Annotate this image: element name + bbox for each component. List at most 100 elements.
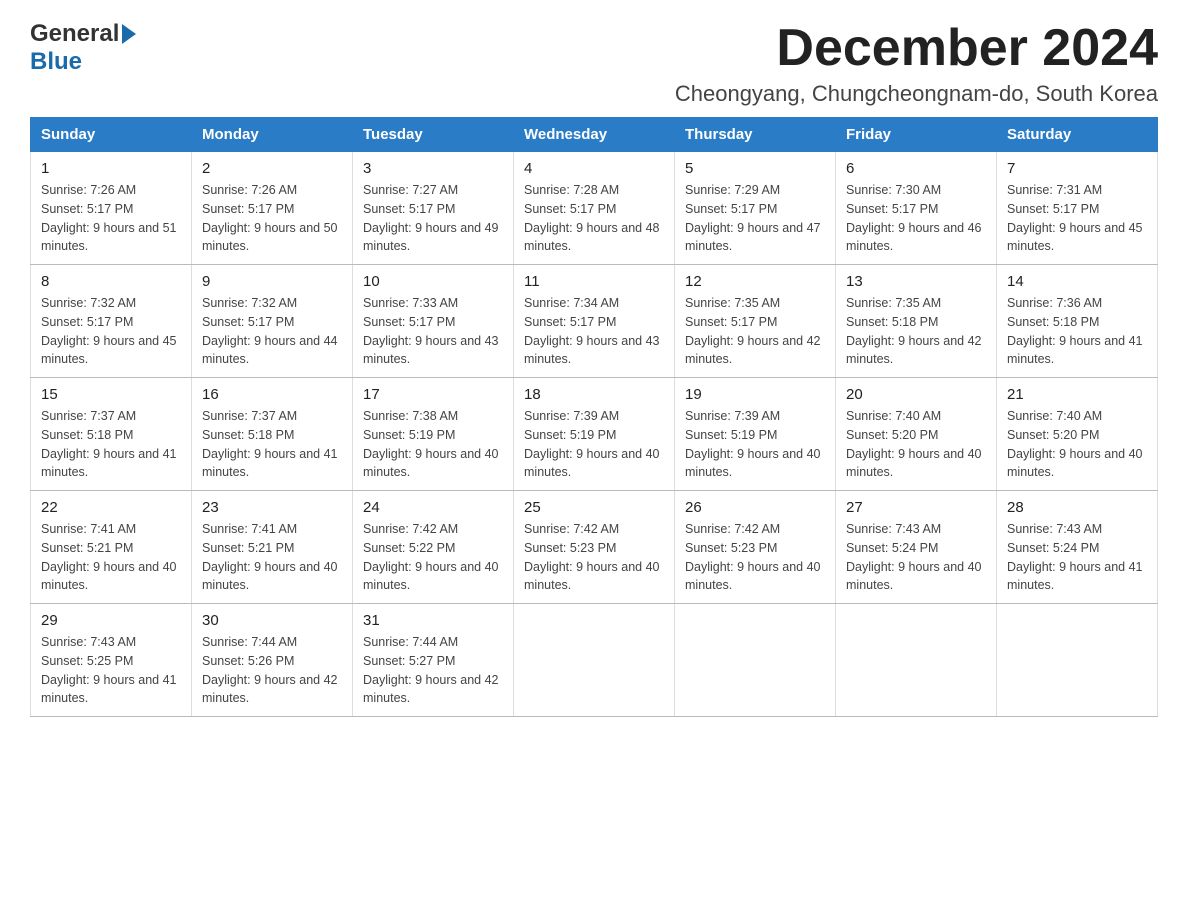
day-info: Sunrise: 7:33 AMSunset: 5:17 PMDaylight:… — [363, 294, 503, 369]
day-number: 9 — [202, 273, 342, 290]
day-info: Sunrise: 7:37 AMSunset: 5:18 PMDaylight:… — [41, 407, 181, 482]
calendar-cell — [514, 604, 675, 717]
day-number: 29 — [41, 612, 181, 629]
day-number: 6 — [846, 160, 986, 177]
calendar-cell: 15 Sunrise: 7:37 AMSunset: 5:18 PMDaylig… — [31, 378, 192, 491]
calendar-cell: 25 Sunrise: 7:42 AMSunset: 5:23 PMDaylig… — [514, 491, 675, 604]
day-info: Sunrise: 7:40 AMSunset: 5:20 PMDaylight:… — [1007, 407, 1147, 482]
day-number: 22 — [41, 499, 181, 516]
day-info: Sunrise: 7:42 AMSunset: 5:23 PMDaylight:… — [685, 520, 825, 595]
day-number: 10 — [363, 273, 503, 290]
calendar-cell: 19 Sunrise: 7:39 AMSunset: 5:19 PMDaylig… — [675, 378, 836, 491]
day-number: 8 — [41, 273, 181, 290]
day-info: Sunrise: 7:35 AMSunset: 5:18 PMDaylight:… — [846, 294, 986, 369]
day-info: Sunrise: 7:43 AMSunset: 5:24 PMDaylight:… — [846, 520, 986, 595]
day-info: Sunrise: 7:28 AMSunset: 5:17 PMDaylight:… — [524, 181, 664, 256]
day-number: 31 — [363, 612, 503, 629]
calendar-cell: 9 Sunrise: 7:32 AMSunset: 5:17 PMDayligh… — [192, 265, 353, 378]
day-info: Sunrise: 7:29 AMSunset: 5:17 PMDaylight:… — [685, 181, 825, 256]
day-info: Sunrise: 7:27 AMSunset: 5:17 PMDaylight:… — [363, 181, 503, 256]
day-info: Sunrise: 7:43 AMSunset: 5:24 PMDaylight:… — [1007, 520, 1147, 595]
day-info: Sunrise: 7:39 AMSunset: 5:19 PMDaylight:… — [524, 407, 664, 482]
calendar-cell: 26 Sunrise: 7:42 AMSunset: 5:23 PMDaylig… — [675, 491, 836, 604]
day-number: 7 — [1007, 160, 1147, 177]
day-number: 25 — [524, 499, 664, 516]
day-info: Sunrise: 7:32 AMSunset: 5:17 PMDaylight:… — [202, 294, 342, 369]
calendar-week-row: 15 Sunrise: 7:37 AMSunset: 5:18 PMDaylig… — [31, 378, 1158, 491]
calendar-cell: 24 Sunrise: 7:42 AMSunset: 5:22 PMDaylig… — [353, 491, 514, 604]
day-number: 26 — [685, 499, 825, 516]
day-info: Sunrise: 7:34 AMSunset: 5:17 PMDaylight:… — [524, 294, 664, 369]
day-number: 15 — [41, 386, 181, 403]
day-info: Sunrise: 7:42 AMSunset: 5:22 PMDaylight:… — [363, 520, 503, 595]
day-info: Sunrise: 7:37 AMSunset: 5:18 PMDaylight:… — [202, 407, 342, 482]
day-number: 24 — [363, 499, 503, 516]
day-number: 21 — [1007, 386, 1147, 403]
day-number: 30 — [202, 612, 342, 629]
calendar-cell: 29 Sunrise: 7:43 AMSunset: 5:25 PMDaylig… — [31, 604, 192, 717]
day-number: 23 — [202, 499, 342, 516]
day-info: Sunrise: 7:36 AMSunset: 5:18 PMDaylight:… — [1007, 294, 1147, 369]
day-number: 17 — [363, 386, 503, 403]
calendar-cell: 20 Sunrise: 7:40 AMSunset: 5:20 PMDaylig… — [836, 378, 997, 491]
weekday-header-saturday: Saturday — [997, 118, 1158, 152]
day-number: 4 — [524, 160, 664, 177]
calendar-cell: 27 Sunrise: 7:43 AMSunset: 5:24 PMDaylig… — [836, 491, 997, 604]
day-info: Sunrise: 7:41 AMSunset: 5:21 PMDaylight:… — [202, 520, 342, 595]
day-info: Sunrise: 7:40 AMSunset: 5:20 PMDaylight:… — [846, 407, 986, 482]
month-title: December 2024 — [675, 20, 1158, 77]
day-number: 1 — [41, 160, 181, 177]
logo-general-text: General — [30, 20, 119, 48]
calendar-cell: 17 Sunrise: 7:38 AMSunset: 5:19 PMDaylig… — [353, 378, 514, 491]
day-number: 13 — [846, 273, 986, 290]
day-info: Sunrise: 7:39 AMSunset: 5:19 PMDaylight:… — [685, 407, 825, 482]
day-info: Sunrise: 7:44 AMSunset: 5:26 PMDaylight:… — [202, 633, 342, 708]
calendar-cell: 31 Sunrise: 7:44 AMSunset: 5:27 PMDaylig… — [353, 604, 514, 717]
day-info: Sunrise: 7:35 AMSunset: 5:17 PMDaylight:… — [685, 294, 825, 369]
day-info: Sunrise: 7:38 AMSunset: 5:19 PMDaylight:… — [363, 407, 503, 482]
weekday-header-friday: Friday — [836, 118, 997, 152]
calendar-cell: 13 Sunrise: 7:35 AMSunset: 5:18 PMDaylig… — [836, 265, 997, 378]
day-info: Sunrise: 7:26 AMSunset: 5:17 PMDaylight:… — [202, 181, 342, 256]
calendar-cell: 8 Sunrise: 7:32 AMSunset: 5:17 PMDayligh… — [31, 265, 192, 378]
calendar-table: SundayMondayTuesdayWednesdayThursdayFrid… — [30, 117, 1158, 717]
calendar-cell — [836, 604, 997, 717]
calendar-cell: 1 Sunrise: 7:26 AMSunset: 5:17 PMDayligh… — [31, 152, 192, 265]
weekday-header-thursday: Thursday — [675, 118, 836, 152]
logo-triangle-icon — [122, 24, 136, 44]
day-number: 16 — [202, 386, 342, 403]
day-number: 28 — [1007, 499, 1147, 516]
calendar-cell — [675, 604, 836, 717]
day-number: 2 — [202, 160, 342, 177]
day-number: 14 — [1007, 273, 1147, 290]
calendar-cell: 16 Sunrise: 7:37 AMSunset: 5:18 PMDaylig… — [192, 378, 353, 491]
calendar-week-row: 29 Sunrise: 7:43 AMSunset: 5:25 PMDaylig… — [31, 604, 1158, 717]
day-number: 11 — [524, 273, 664, 290]
day-number: 27 — [846, 499, 986, 516]
calendar-cell: 22 Sunrise: 7:41 AMSunset: 5:21 PMDaylig… — [31, 491, 192, 604]
day-number: 20 — [846, 386, 986, 403]
calendar-cell: 12 Sunrise: 7:35 AMSunset: 5:17 PMDaylig… — [675, 265, 836, 378]
calendar-cell: 2 Sunrise: 7:26 AMSunset: 5:17 PMDayligh… — [192, 152, 353, 265]
calendar-week-row: 1 Sunrise: 7:26 AMSunset: 5:17 PMDayligh… — [31, 152, 1158, 265]
calendar-cell: 7 Sunrise: 7:31 AMSunset: 5:17 PMDayligh… — [997, 152, 1158, 265]
day-info: Sunrise: 7:42 AMSunset: 5:23 PMDaylight:… — [524, 520, 664, 595]
weekday-header-tuesday: Tuesday — [353, 118, 514, 152]
calendar-cell: 4 Sunrise: 7:28 AMSunset: 5:17 PMDayligh… — [514, 152, 675, 265]
day-number: 18 — [524, 386, 664, 403]
logo-blue-text: Blue — [30, 48, 82, 76]
calendar-cell: 14 Sunrise: 7:36 AMSunset: 5:18 PMDaylig… — [997, 265, 1158, 378]
calendar-cell: 28 Sunrise: 7:43 AMSunset: 5:24 PMDaylig… — [997, 491, 1158, 604]
calendar-cell: 11 Sunrise: 7:34 AMSunset: 5:17 PMDaylig… — [514, 265, 675, 378]
day-number: 3 — [363, 160, 503, 177]
calendar-week-row: 8 Sunrise: 7:32 AMSunset: 5:17 PMDayligh… — [31, 265, 1158, 378]
calendar-cell — [997, 604, 1158, 717]
weekday-header-sunday: Sunday — [31, 118, 192, 152]
page-header: General Blue December 2024 Cheongyang, C… — [30, 20, 1158, 107]
weekday-header-monday: Monday — [192, 118, 353, 152]
calendar-cell: 10 Sunrise: 7:33 AMSunset: 5:17 PMDaylig… — [353, 265, 514, 378]
calendar-cell: 6 Sunrise: 7:30 AMSunset: 5:17 PMDayligh… — [836, 152, 997, 265]
location-title: Cheongyang, Chungcheongnam-do, South Kor… — [675, 81, 1158, 107]
calendar-cell: 23 Sunrise: 7:41 AMSunset: 5:21 PMDaylig… — [192, 491, 353, 604]
calendar-week-row: 22 Sunrise: 7:41 AMSunset: 5:21 PMDaylig… — [31, 491, 1158, 604]
